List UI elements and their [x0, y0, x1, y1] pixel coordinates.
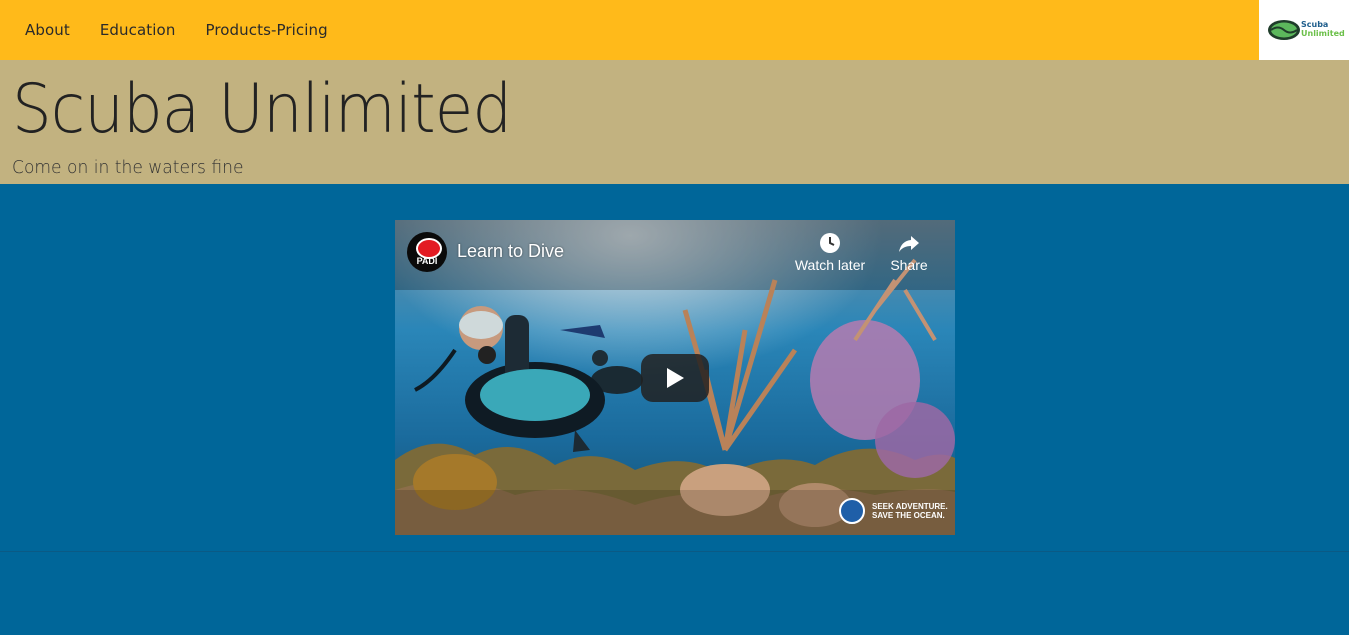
- embedded-video[interactable]: PADI Learn to Dive Watch later Share SEE…: [395, 220, 955, 535]
- watch-later-label: Watch later: [794, 257, 866, 273]
- share-button[interactable]: Share: [869, 232, 949, 273]
- channel-avatar[interactable]: PADI: [407, 232, 447, 272]
- divider: [0, 551, 1349, 552]
- share-label: Share: [890, 257, 928, 273]
- nav-link-about[interactable]: About: [10, 21, 85, 39]
- nav-links: About Education Products-Pricing: [10, 0, 343, 60]
- hero-banner: Scuba Unlimited Come on in the waters fi…: [0, 60, 1349, 184]
- padi-badge: SEEK ADVENTURE. SAVE THE OCEAN.: [839, 498, 948, 524]
- page-title: Scuba Unlimited: [12, 70, 512, 149]
- video-title[interactable]: Learn to Dive: [457, 241, 564, 262]
- nav-link-products-pricing[interactable]: Products-Pricing: [190, 21, 342, 39]
- share-arrow-icon: [899, 236, 919, 252]
- clock-icon: [820, 233, 840, 253]
- channel-name: PADI: [416, 256, 438, 266]
- logo-icon: [1268, 20, 1300, 40]
- nav-link-education[interactable]: Education: [85, 21, 191, 39]
- badge-line-2: SAVE THE OCEAN.: [872, 511, 945, 520]
- play-button[interactable]: [641, 354, 709, 402]
- brand-logo[interactable]: Scuba Unlimited: [1259, 0, 1349, 60]
- page-subtitle: Come on in the waters fine: [12, 157, 244, 178]
- padi-globe-icon: [839, 498, 865, 524]
- logo-text-scuba: Scuba: [1301, 20, 1329, 29]
- top-navbar: About Education Products-Pricing Scuba U…: [0, 0, 1349, 60]
- play-icon: [667, 368, 684, 388]
- badge-line-1: SEEK ADVENTURE.: [872, 502, 948, 511]
- logo-text-unlimited: Unlimited: [1301, 29, 1345, 38]
- watch-later-button[interactable]: Watch later: [790, 232, 870, 273]
